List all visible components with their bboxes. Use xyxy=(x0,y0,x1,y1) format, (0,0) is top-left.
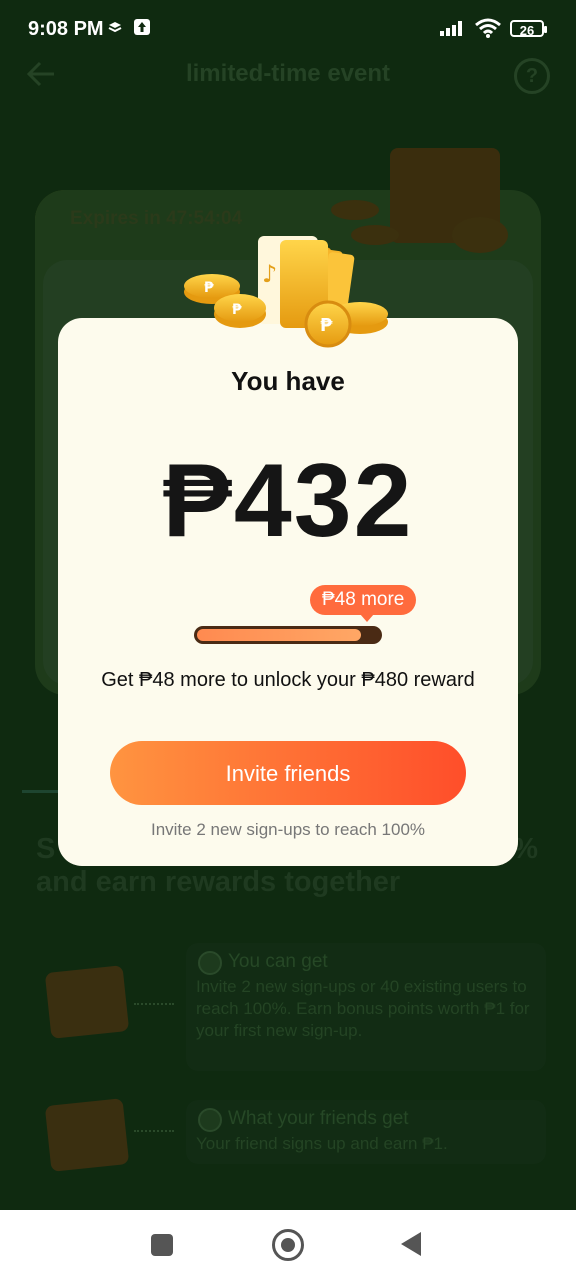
svg-text:₱: ₱ xyxy=(320,315,333,336)
svg-text:♪: ♪ xyxy=(262,260,277,288)
coins-and-cash-illustration: ♪ ₱ ₱ ₱ xyxy=(180,226,400,356)
svg-text:₱: ₱ xyxy=(204,280,214,296)
cash-thumbnail-icon xyxy=(44,965,130,1039)
connector-dots xyxy=(134,1130,174,1132)
progress-fill xyxy=(197,629,361,641)
upload-icon xyxy=(134,18,150,41)
recent-apps-button[interactable] xyxy=(151,1234,173,1256)
section-heading-start: S xyxy=(36,833,56,865)
balance-amount: ₱432 xyxy=(162,443,414,559)
help-icon[interactable]: ? xyxy=(514,58,550,94)
section-heading: and earn rewards together xyxy=(36,866,401,898)
top-bar: limited-time event ? xyxy=(0,58,576,118)
reward-description: Invite 2 new sign-ups or 40 existing use… xyxy=(196,977,530,1040)
reward-description: Your friend signs up and earn ₱1. xyxy=(196,1134,448,1153)
connector-dots xyxy=(134,1003,174,1005)
coin-icon xyxy=(198,951,222,975)
reward-dialog: You have ₱432 ₱48 more Get ₱48 more to u… xyxy=(58,318,518,866)
back-button[interactable] xyxy=(401,1232,421,1256)
page-title: limited-time event xyxy=(185,60,391,87)
cash-thumbnail-icon xyxy=(44,1098,130,1172)
status-time: 9:08 PM xyxy=(28,18,104,40)
invite-note: Invite 2 new sign-ups to reach 100% xyxy=(150,820,426,839)
reward-title: What your friends get xyxy=(228,1108,409,1129)
wifi-icon xyxy=(474,18,502,44)
progress-bar xyxy=(194,626,382,644)
remaining-badge: ₱48 more xyxy=(310,585,417,622)
reward-title: You can get xyxy=(228,951,328,972)
home-button[interactable] xyxy=(272,1229,304,1261)
reward-info-box: You can get Invite 2 new sign-ups or 40 … xyxy=(186,943,546,1071)
battery-icon: 26 xyxy=(510,20,547,38)
unlock-text: Get ₱48 more to unlock your ₱480 reward xyxy=(101,669,475,691)
svg-text:₱: ₱ xyxy=(232,302,242,318)
layers-icon xyxy=(108,18,122,41)
status-bar: 9:08 PM 26 xyxy=(0,0,576,58)
invite-friends-button[interactable]: Invite friends xyxy=(110,741,466,805)
coin-icon xyxy=(198,1108,222,1132)
system-nav-bar xyxy=(0,1210,576,1280)
signal-icon xyxy=(440,18,468,42)
dialog-heading: You have xyxy=(231,366,345,396)
reward-info-box: What your friends get Your friend signs … xyxy=(186,1100,546,1164)
